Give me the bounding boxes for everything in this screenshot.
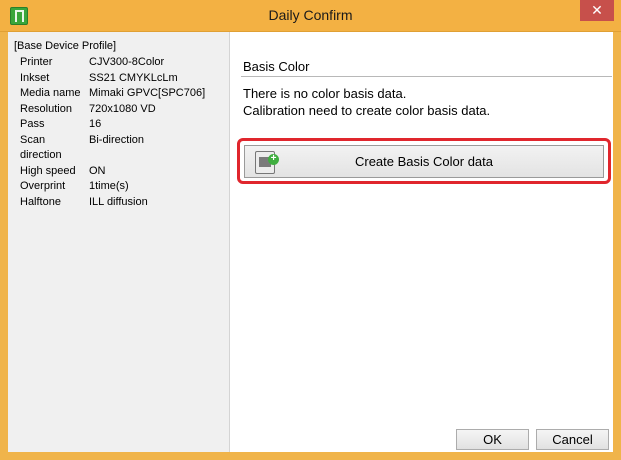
profile-key: Inkset xyxy=(20,71,50,84)
profile-row: Halftone ILL diffusion xyxy=(14,195,223,211)
profile-row: Inkset SS21 CMYKLcLm xyxy=(14,71,223,87)
profile-title: [Base Device Profile] xyxy=(14,40,117,52)
daily-confirm-window: Daily Confirm ✕ [Base Device Profile] Pr… xyxy=(0,0,621,460)
profile-value: CJV300-8Color xyxy=(89,56,165,68)
ok-button[interactable]: OK xyxy=(456,429,529,450)
profile-key: High speed xyxy=(20,164,76,177)
profile-value: SS21 CMYKLcLm xyxy=(89,71,178,84)
profile-key: Overprint xyxy=(20,180,66,192)
create-basis-color-label: Create Basis Color data xyxy=(354,154,493,169)
profile-row: Pass 16 xyxy=(14,117,223,133)
profile-value: Mimaki GPVC[SPC706] xyxy=(89,87,206,99)
window-title: Daily Confirm xyxy=(268,7,353,23)
profile-value: 1time(s) xyxy=(89,180,129,192)
close-button[interactable]: ✕ xyxy=(580,0,614,21)
profile-value: 720x1080 VD xyxy=(89,102,156,115)
profile-list: Printer CJV300-8Color Inkset SS21 CMYKLcLm M… xyxy=(14,55,223,210)
profile-row: Resolution 720x1080 VD xyxy=(14,102,223,118)
profile-value: Bi-direction xyxy=(89,133,145,146)
section-divider xyxy=(241,76,612,77)
message-line-2: Calibration need to create color basis d… xyxy=(243,103,491,118)
title-bar[interactable]: Daily Confirm ✕ xyxy=(0,0,621,32)
profile-row: Overprint 1time(s) xyxy=(14,179,223,195)
profile-row: Printer CJV300-8Color xyxy=(14,55,223,71)
dialog-body: [Base Device Profile] Printer CJV300-8Col… xyxy=(8,32,613,452)
profile-value: ILL diffusion xyxy=(89,195,148,208)
profile-value: ON xyxy=(89,164,106,177)
profile-key: Resolution xyxy=(20,102,72,115)
basis-color-panel: Basis Color There is no color basis data… xyxy=(231,32,613,452)
profile-row: High speed ON xyxy=(14,164,223,180)
section-title: Basis Color xyxy=(243,59,310,74)
cancel-button[interactable]: Cancel xyxy=(536,429,609,450)
message-line-1: There is no color basis data. xyxy=(243,86,407,101)
profile-key: Halftone xyxy=(20,195,61,208)
profile-row: Scan direction Bi-direction xyxy=(14,133,223,164)
profile-key: Printer xyxy=(20,56,53,68)
profile-key: Pass xyxy=(20,118,45,130)
profile-row: Media name Mimaki GPVC[SPC706] xyxy=(14,86,223,102)
create-basis-color-button[interactable]: + Create Basis Color data xyxy=(244,145,604,178)
device-profile-panel: [Base Device Profile] Printer CJV300-8Col… xyxy=(8,32,230,452)
profile-value: 16 xyxy=(89,118,102,130)
profile-key: Scan direction xyxy=(20,133,62,162)
profile-key: Media name xyxy=(20,87,81,99)
